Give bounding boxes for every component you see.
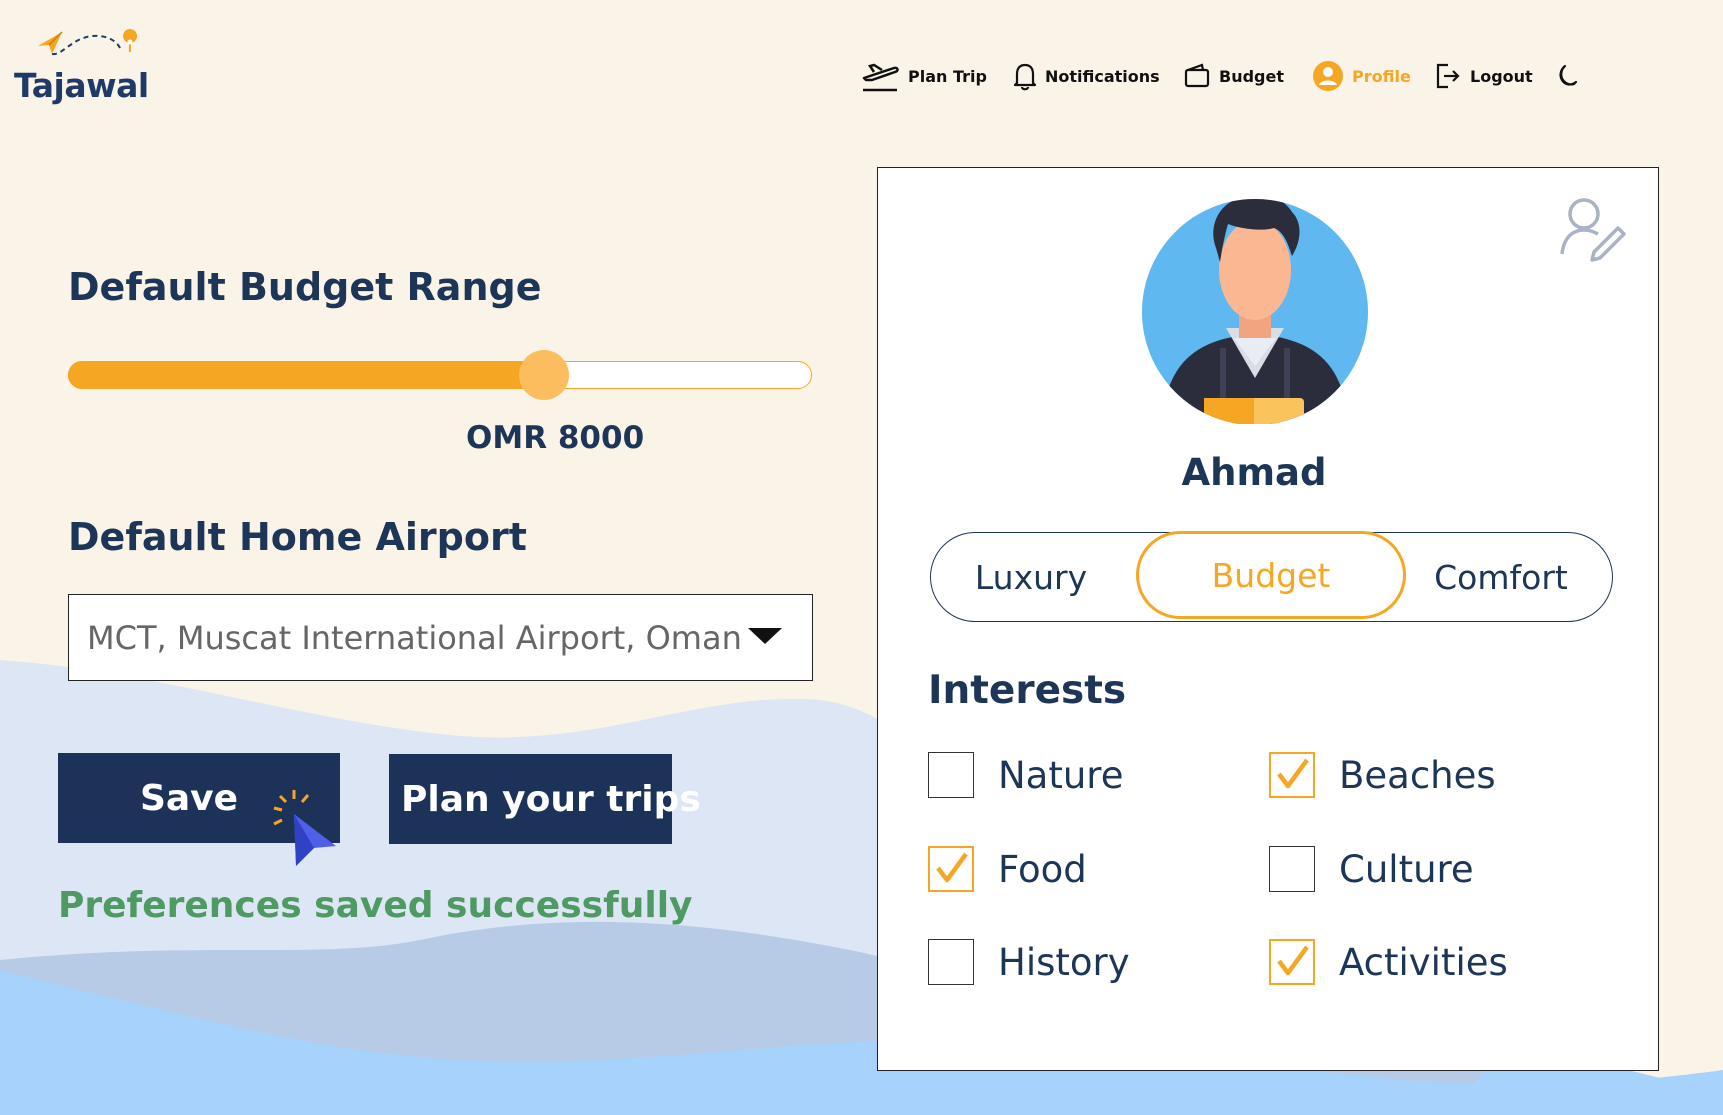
- budget-slider[interactable]: [68, 350, 812, 400]
- nav-label: Logout: [1470, 66, 1533, 86]
- checkbox[interactable]: [928, 846, 974, 892]
- interest-label: Nature: [998, 753, 1124, 797]
- travel-style-luxury[interactable]: Luxury: [931, 532, 1131, 622]
- interest-activities[interactable]: Activities: [1269, 939, 1508, 985]
- click-cursor-icon: [273, 790, 336, 866]
- dropdown-caret-icon: [748, 628, 782, 644]
- nav-logout[interactable]: Logout: [1434, 56, 1533, 96]
- interest-culture[interactable]: Culture: [1269, 846, 1474, 892]
- user-circle-icon: [1313, 61, 1343, 91]
- checkmark-icon: [1277, 758, 1309, 789]
- budget-value: OMR 8000: [466, 420, 645, 456]
- interests-heading: Interests: [928, 668, 1127, 713]
- nav-budget[interactable]: Budget: [1183, 56, 1284, 96]
- nav-plan-trip[interactable]: Plan Trip: [860, 56, 987, 96]
- nav-label: Profile: [1352, 66, 1411, 86]
- nav-profile[interactable]: Profile: [1312, 56, 1411, 96]
- checkmark-icon: [1277, 945, 1309, 976]
- top-nav: Plan Trip Notifications Budget Profile L…: [0, 56, 1723, 96]
- slider-thumb[interactable]: [519, 350, 569, 400]
- logout-icon: [1436, 63, 1460, 89]
- profile-card: Ahmad Luxury Budget Comfort Interests Na…: [877, 167, 1659, 1071]
- nav-label: Plan Trip: [908, 66, 987, 86]
- nav-label: Budget: [1219, 66, 1284, 86]
- interest-label: Food: [998, 847, 1087, 891]
- slider-fill: [68, 361, 544, 389]
- checkmark-icon: [936, 852, 968, 883]
- edit-profile-icon[interactable]: [1558, 194, 1628, 262]
- nav-label: Notifications: [1045, 66, 1160, 86]
- travel-style-budget[interactable]: Budget: [1136, 531, 1406, 619]
- profile-name: Ahmad: [1181, 451, 1327, 494]
- checkbox[interactable]: [1269, 846, 1315, 892]
- checkbox[interactable]: [1269, 939, 1315, 985]
- save-button-label: Save: [139, 777, 239, 819]
- interest-beaches[interactable]: Beaches: [1269, 752, 1496, 798]
- avatar: [1142, 199, 1368, 424]
- interest-food[interactable]: Food: [928, 846, 1087, 892]
- interest-label: Activities: [1339, 940, 1508, 984]
- plane-takeoff-icon: [862, 63, 899, 92]
- status-message: Preferences saved successfully: [58, 885, 693, 926]
- wallet-icon: [1184, 63, 1210, 88]
- travel-style-toggle: Luxury Budget Comfort: [930, 531, 1613, 622]
- checkbox[interactable]: [1269, 752, 1315, 798]
- plan-trips-button[interactable]: Plan your trips: [389, 754, 701, 844]
- theme-toggle[interactable]: [1554, 56, 1582, 96]
- interest-label: Culture: [1339, 847, 1474, 891]
- budget-range-heading: Default Budget Range: [68, 265, 542, 309]
- checkbox[interactable]: [928, 752, 974, 798]
- airport-select-value: MCT, Muscat International Airport, Oman: [87, 618, 742, 657]
- moon-icon: [1559, 64, 1578, 86]
- interest-nature[interactable]: Nature: [928, 752, 1123, 798]
- home-airport-select[interactable]: MCT, Muscat International Airport, Oman: [68, 594, 813, 681]
- home-airport-heading: Default Home Airport: [68, 515, 527, 559]
- bell-icon: [1013, 63, 1037, 91]
- nav-notifications[interactable]: Notifications: [1013, 56, 1160, 96]
- travel-style-comfort[interactable]: Comfort: [1401, 532, 1601, 622]
- interest-label: Beaches: [1339, 753, 1496, 797]
- interest-history[interactable]: History: [928, 939, 1130, 985]
- checkbox[interactable]: [928, 939, 974, 985]
- interest-label: History: [998, 940, 1130, 984]
- plan-trips-button-label: Plan your trips: [401, 778, 701, 820]
